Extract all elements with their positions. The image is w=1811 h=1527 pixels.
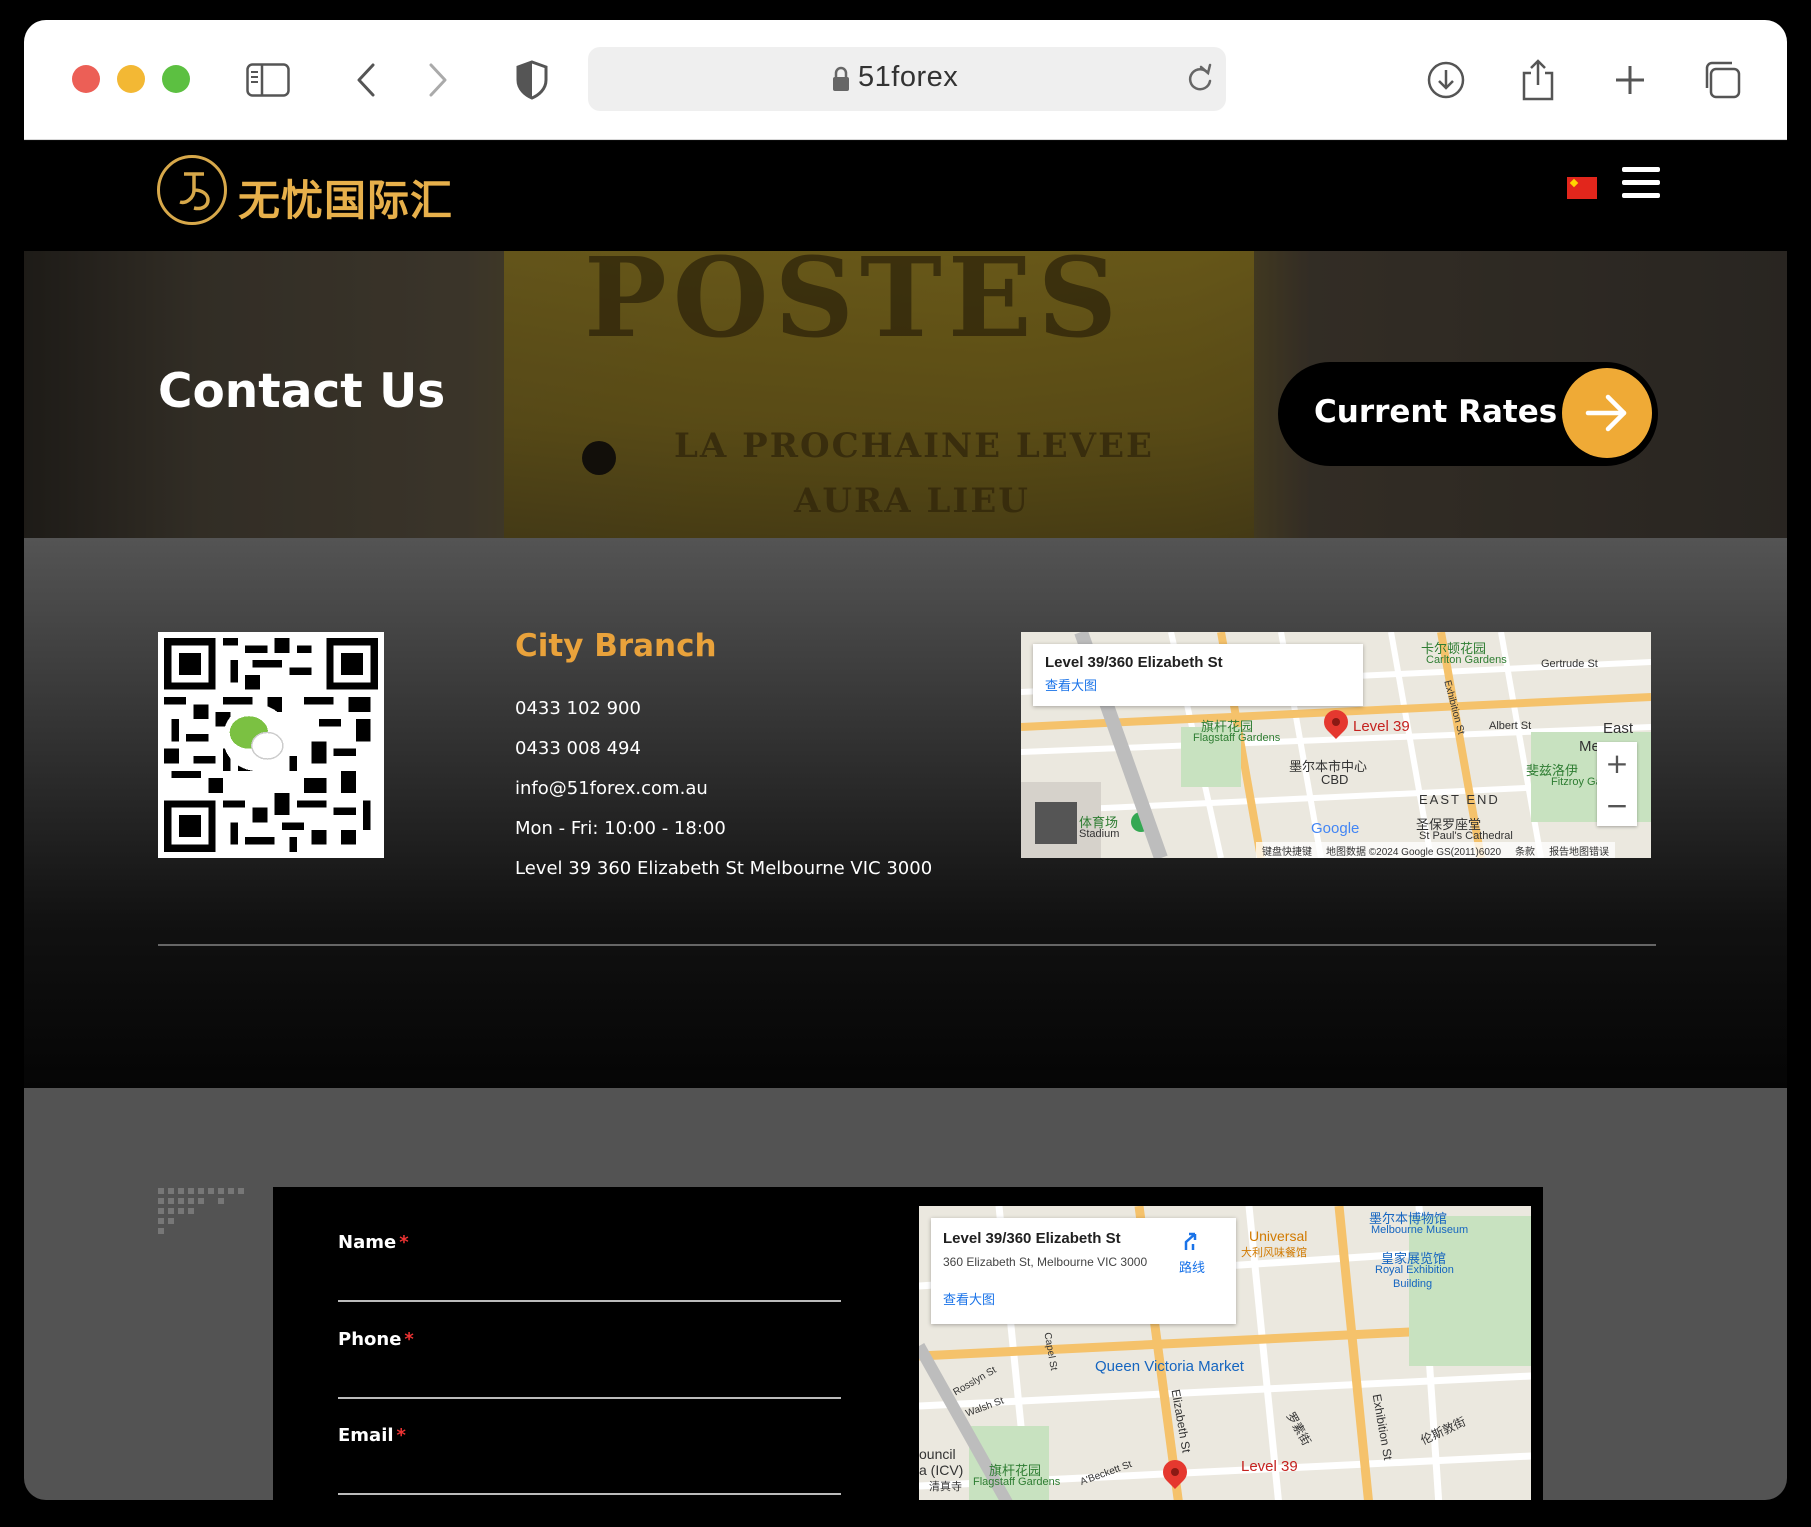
browser-toolbar: 51forex bbox=[24, 20, 1787, 140]
zoom-out-button[interactable]: − bbox=[1597, 784, 1637, 826]
new-tab-icon[interactable] bbox=[1608, 58, 1652, 102]
back-icon[interactable] bbox=[344, 58, 388, 102]
map-label: Queen Victoria Market bbox=[1095, 1358, 1244, 1375]
contact-form-section: Name * Phone * Email * Level 39/360 Eliz… bbox=[24, 1088, 1787, 1500]
view-larger-map-link[interactable]: 查看大图 bbox=[943, 1289, 1224, 1308]
map-label: Flagstaff Gardens bbox=[1193, 732, 1281, 744]
location-map[interactable]: Level 39/360 Elizabeth St 360 Elizabeth … bbox=[919, 1206, 1531, 1500]
share-icon[interactable] bbox=[1516, 58, 1560, 102]
map-label: East bbox=[1603, 720, 1634, 737]
email-field-label: Email * bbox=[338, 1425, 406, 1446]
map-label: Stadium bbox=[1079, 828, 1120, 840]
zoom-window-button[interactable] bbox=[162, 65, 190, 93]
branch-map[interactable]: Level 39/360 Elizabeth St 查看大图 Level 39 … bbox=[1021, 632, 1651, 858]
minimize-window-button[interactable] bbox=[117, 65, 145, 93]
map-footer: 键盘快捷键 地图数据 ©2024 Google GS(2011)6020 条款 … bbox=[1256, 842, 1616, 858]
map-label: Gertrude St bbox=[1541, 658, 1598, 670]
terms-link[interactable]: 条款 bbox=[1515, 843, 1535, 858]
map-label: Building bbox=[1393, 1278, 1433, 1290]
directions-icon bbox=[1184, 1232, 1197, 1250]
directions-button[interactable]: 路线 bbox=[1179, 1230, 1205, 1276]
required-mark: * bbox=[404, 1329, 414, 1350]
arrow-right-icon bbox=[1562, 368, 1652, 458]
email-input[interactable] bbox=[338, 1493, 841, 1495]
close-window-button[interactable] bbox=[72, 65, 100, 93]
map-label: Universal bbox=[1249, 1228, 1308, 1244]
wechat-qr-code bbox=[158, 632, 384, 858]
required-mark: * bbox=[399, 1232, 409, 1253]
section-divider bbox=[158, 944, 1656, 946]
download-icon[interactable] bbox=[1424, 58, 1468, 102]
map-zoom-controls: + − bbox=[1597, 742, 1637, 826]
report-error-link[interactable]: 报告地图错误 bbox=[1549, 843, 1609, 858]
hero-banner: POSTES LA PROCHAINE LEVEE AURA LIEU Cont… bbox=[24, 251, 1787, 538]
url-text: 51forex bbox=[858, 61, 959, 93]
email-label-text: Email bbox=[338, 1425, 394, 1446]
phone-field-label: Phone * bbox=[338, 1329, 414, 1350]
view-larger-map-link[interactable]: 查看大图 bbox=[1045, 675, 1351, 694]
phone-1[interactable]: 0433 102 900 bbox=[515, 698, 641, 719]
keyboard-shortcuts-link[interactable]: 键盘快捷键 bbox=[1262, 843, 1312, 858]
name-input[interactable] bbox=[338, 1300, 841, 1302]
address-bar[interactable]: 51forex bbox=[588, 47, 1226, 111]
logo-text[interactable]: 无忧国际汇 bbox=[238, 167, 453, 228]
hamburger-menu-icon[interactable] bbox=[1622, 167, 1660, 199]
map-label: Royal Exhibition bbox=[1375, 1264, 1454, 1276]
map-label: Melbourne Museum bbox=[1371, 1224, 1469, 1236]
branch-title: City Branch bbox=[515, 628, 717, 664]
branch-address: Level 39 360 Elizabeth St Melbourne VIC … bbox=[515, 858, 933, 879]
current-rates-button[interactable]: Current Rates bbox=[1278, 362, 1658, 466]
map-pin-label: Level 39 bbox=[1241, 1458, 1298, 1475]
name-field-label: Name * bbox=[338, 1232, 409, 1253]
phone-label-text: Phone bbox=[338, 1329, 402, 1350]
map-label: a (ICV) bbox=[919, 1462, 964, 1478]
map-pin-label: Level 39 bbox=[1353, 718, 1410, 735]
sidebar-toggle-icon[interactable] bbox=[246, 58, 290, 102]
browser-window: 51forex 无忧国际汇 POSTES LA PROCHAINE LEVEE … bbox=[24, 20, 1787, 1500]
reload-icon[interactable] bbox=[1184, 61, 1214, 95]
required-mark: * bbox=[396, 1425, 406, 1446]
zoom-in-button[interactable]: + bbox=[1597, 742, 1637, 784]
current-rates-label: Current Rates bbox=[1314, 394, 1558, 430]
map-label: Albert St bbox=[1489, 720, 1532, 732]
lock-icon bbox=[833, 66, 849, 91]
map-label: Carlton Gardens bbox=[1426, 654, 1507, 666]
map-label: ouncil bbox=[919, 1446, 956, 1462]
map-info-card: Level 39/360 Elizabeth St 查看大图 bbox=[1033, 644, 1363, 706]
opening-hours: Mon - Fri: 10:00 - 18:00 bbox=[515, 818, 726, 839]
logo-mark-icon bbox=[179, 172, 210, 211]
map-label: EAST END bbox=[1419, 792, 1500, 807]
shield-icon[interactable] bbox=[510, 58, 554, 102]
email-link[interactable]: info@51forex.com.au bbox=[515, 778, 708, 799]
contact-form-card: Name * Phone * Email * Level 39/360 Eliz… bbox=[273, 1187, 1543, 1500]
directions-label: 路线 bbox=[1179, 1260, 1206, 1275]
map-label: CBD bbox=[1321, 772, 1349, 787]
map-label: St Paul's Cathedral bbox=[1419, 830, 1513, 842]
page-title: Contact Us bbox=[158, 364, 446, 419]
map-data-credit: 地图数据 ©2024 Google GS(2011)6020 bbox=[1326, 847, 1502, 858]
map-label: 清真寺 bbox=[929, 1481, 962, 1493]
phone-2[interactable]: 0433 008 494 bbox=[515, 738, 641, 759]
map-info-card: Level 39/360 Elizabeth St 360 Elizabeth … bbox=[931, 1218, 1236, 1324]
china-flag-icon[interactable] bbox=[1567, 177, 1597, 199]
forward-icon[interactable] bbox=[416, 58, 460, 102]
dot-pattern-decoration bbox=[158, 1188, 244, 1234]
map-label: Flagstaff Gardens bbox=[973, 1476, 1061, 1488]
contact-info-section: City Branch 0433 102 900 0433 008 494 in… bbox=[24, 538, 1787, 1088]
google-logo: Google bbox=[1311, 820, 1360, 837]
map-label: 大利风味餐馆 bbox=[1241, 1247, 1307, 1259]
tab-overview-icon[interactable] bbox=[1700, 58, 1744, 102]
name-label-text: Name bbox=[338, 1232, 397, 1253]
phone-input[interactable] bbox=[338, 1397, 841, 1399]
site-header: 无忧国际汇 bbox=[24, 141, 1787, 251]
map-card-title: Level 39/360 Elizabeth St bbox=[1045, 654, 1223, 671]
